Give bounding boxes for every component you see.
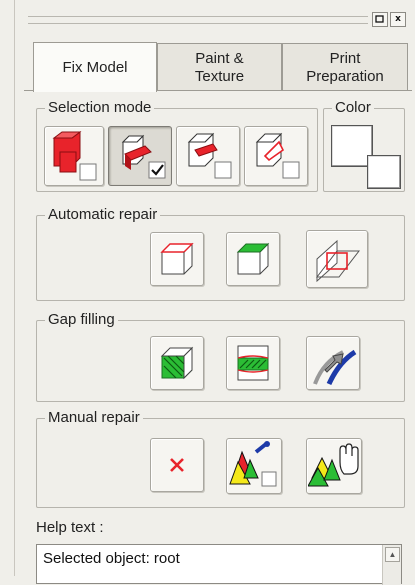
- fill-gaps-button[interactable]: [226, 336, 280, 390]
- help-text-content: Selected object: root: [43, 550, 180, 567]
- select-surface-button[interactable]: [108, 126, 172, 186]
- tab-paint-texture[interactable]: Paint & Texture: [157, 43, 282, 91]
- dock-titlebar[interactable]: x: [20, 10, 412, 28]
- select-object-icon: [52, 131, 97, 181]
- move-triangles-hand-icon: [308, 443, 359, 487]
- tab-print-preparation[interactable]: Print Preparation: [282, 43, 408, 91]
- select-shell-icon: [187, 132, 232, 179]
- close-icon[interactable]: x: [390, 12, 406, 27]
- move-triangles-button[interactable]: [306, 438, 362, 494]
- restore-icon[interactable]: [372, 12, 388, 27]
- panel-left-border: [14, 0, 15, 576]
- extrude-arrow-icon: [313, 349, 357, 386]
- group-label: Selection mode: [45, 99, 155, 116]
- scroll-up-icon[interactable]: ▲: [385, 547, 400, 562]
- tab-label: Paint & Texture: [194, 49, 245, 85]
- select-surface-icon: [121, 134, 166, 179]
- select-triangle-button[interactable]: [244, 126, 308, 186]
- repair-cube-icon: [160, 242, 194, 275]
- intersection-planes-icon: [315, 239, 361, 283]
- tab-label: Fix Model: [62, 58, 128, 76]
- fill-gap-icon: [237, 345, 269, 381]
- delete-triangles-button[interactable]: [150, 438, 204, 492]
- auto-repair-default-button[interactable]: [150, 232, 204, 286]
- fill-holes-button[interactable]: [150, 336, 204, 390]
- help-text-label: Help text :: [36, 519, 104, 536]
- select-object-button[interactable]: [44, 126, 104, 186]
- delete-x-icon: [170, 458, 184, 472]
- group-label: Gap filling: [45, 311, 118, 328]
- tab-fix-model[interactable]: Fix Model: [33, 42, 157, 92]
- auto-repair-intersections-button[interactable]: [306, 230, 368, 288]
- auto-repair-stitch-button[interactable]: [226, 232, 280, 286]
- group-label: Automatic repair: [45, 206, 161, 223]
- select-shell-button[interactable]: [176, 126, 240, 186]
- add-triangle-icon: [229, 441, 277, 487]
- help-text-box[interactable]: Selected object: root ▲: [36, 544, 402, 585]
- fill-holes-icon: [160, 346, 194, 380]
- group-label: Color: [332, 99, 374, 116]
- secondary-color-swatch[interactable]: [367, 155, 401, 189]
- select-triangle-icon: [255, 132, 300, 179]
- group-label: Manual repair: [45, 409, 143, 426]
- dock-grip[interactable]: [28, 16, 368, 24]
- extrude-surface-button[interactable]: [306, 336, 360, 390]
- tab-label: Print Preparation: [306, 49, 384, 85]
- create-triangle-button[interactable]: [226, 438, 282, 494]
- green-cube-icon: [236, 242, 270, 275]
- help-scrollbar[interactable]: ▲: [382, 545, 401, 585]
